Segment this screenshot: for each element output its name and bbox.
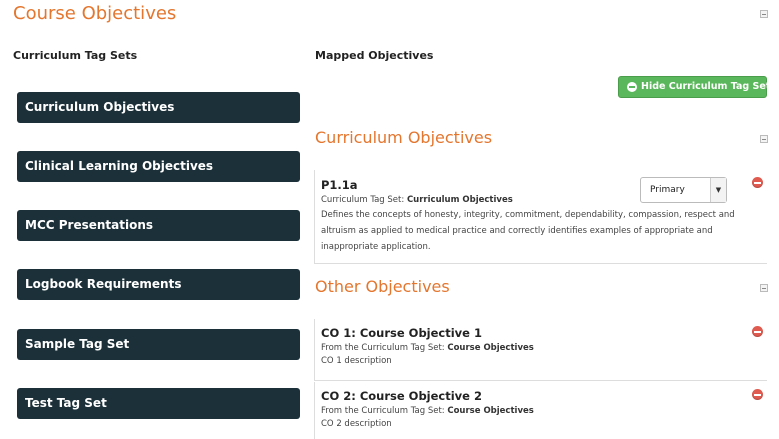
hide-button-label: Hide Curriculum Tag Sets <box>641 81 776 92</box>
tag-set-logbook-requirements[interactable]: Logbook Requirements <box>17 269 300 300</box>
tag-set-mcc-presentations[interactable]: MCC Presentations <box>17 210 300 241</box>
objective-description: CO 2 description <box>321 419 392 429</box>
tag-set-clinical-learning-objectives[interactable]: Clinical Learning Objectives <box>17 151 300 182</box>
objective-item: CO 2: Course Objective 2 From the Curric… <box>314 382 767 439</box>
tag-set-sample[interactable]: Sample Tag Set <box>17 329 300 360</box>
tag-set-curriculum-objectives[interactable]: Curriculum Objectives <box>17 92 300 123</box>
objective-code: CO 1: Course Objective 1 <box>321 326 482 340</box>
hide-curriculum-tag-sets-button[interactable]: Hide Curriculum Tag Sets <box>618 76 776 98</box>
page-title: Course Objectives <box>13 3 177 24</box>
remove-icon[interactable] <box>752 326 763 337</box>
objective-item: CO 1: Course Objective 1 From the Curric… <box>314 319 767 381</box>
tag-set-test[interactable]: Test Tag Set <box>17 388 300 419</box>
collapse-icon[interactable] <box>760 135 768 143</box>
tag-set-name: Course Objectives <box>447 406 534 416</box>
tag-sets-heading: Curriculum Tag Sets <box>13 49 138 62</box>
tag-set-prefix: From the Curriculum Tag Set: <box>321 406 448 416</box>
tag-set-prefix: Curriculum Tag Set: <box>321 195 407 205</box>
objective-code: CO 2: Course Objective 2 <box>321 389 482 403</box>
objective-description: Defines the concepts of honesty, integri… <box>321 210 735 252</box>
importance-select-value: Primary <box>650 185 685 195</box>
objective-tag-set: From the Curriculum Tag Set: Course Obje… <box>321 406 767 416</box>
objective-description: CO 1 description <box>321 356 392 366</box>
curriculum-objectives-section-title: Curriculum Objectives <box>315 128 493 147</box>
collapse-icon[interactable] <box>760 10 768 18</box>
remove-icon[interactable] <box>752 389 763 400</box>
remove-icon[interactable] <box>752 177 763 188</box>
minus-circle-icon <box>627 82 637 92</box>
tag-set-name: Course Objectives <box>447 343 534 353</box>
caret-down-icon[interactable]: ▼ <box>710 178 726 202</box>
collapse-icon[interactable] <box>760 284 768 292</box>
objective-tag-set: From the Curriculum Tag Set: Course Obje… <box>321 343 767 353</box>
tag-set-prefix: From the Curriculum Tag Set: <box>321 343 448 353</box>
tag-set-name: Curriculum Objectives <box>406 195 513 205</box>
importance-select[interactable]: Primary ▼ <box>640 177 727 203</box>
mapped-objectives-heading: Mapped Objectives <box>315 49 434 62</box>
other-objectives-section-title: Other Objectives <box>315 277 450 296</box>
